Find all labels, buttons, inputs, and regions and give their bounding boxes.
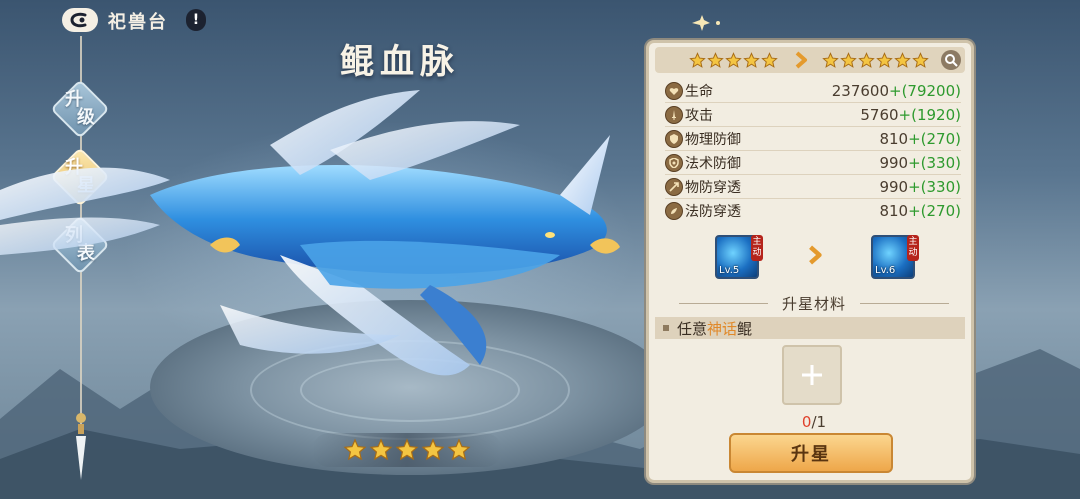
star-icon [707,51,724,68]
stat-row: 法术防御 990 +(330) [665,151,961,175]
skill-level: Lv.6 [875,265,896,276]
star-icon [912,51,929,68]
pierce-icon [665,177,683,196]
page-title: 祀兽台 [108,12,168,33]
stat-name: 法术防御 [685,155,741,172]
star-up-button[interactable]: 升星 [729,433,893,473]
materials-title: 升星材料 [782,294,847,313]
stat-bonus: +(330) [908,177,961,196]
heart-icon [665,81,683,100]
star-icon [343,438,367,461]
skill-icon-current[interactable]: 主 动 Lv.5 [715,235,763,279]
stat-row: 生命 237600 +(79200) [665,79,961,103]
stat-bonus: +(1920) [898,105,961,124]
materials-header: 升星材料 [679,293,950,313]
stat-name: 法防穿透 [685,204,741,220]
divider [679,302,768,304]
star-progress-header [655,47,965,73]
stat-name: 物理防御 [685,131,741,148]
star-icon [876,51,893,68]
active-skill-tag: 主 动 [907,235,919,261]
magic-pierce-icon [665,202,683,220]
rarity-highlight: 神话 [707,319,738,338]
stat-value: 5760 [860,105,899,124]
star-up-panel: 生命 237600 +(79200) 攻击 5760 +(1920) 物理防御 81… [646,40,974,483]
stat-name: 物防穿透 [685,179,741,196]
stat-name: 生命 [685,83,713,100]
plus-icon [802,365,822,385]
star-icon [689,51,706,68]
arrow-right-icon [805,245,825,269]
stat-value: 810 [879,129,909,148]
stat-bonus: +(330) [908,153,961,172]
material-requirement: 任意 神话鲲 [655,317,965,339]
star-icon [761,51,778,68]
arrow-right-icon [790,49,812,71]
stat-row: 法防穿透 810 +(270) [665,199,961,223]
star-icon [743,51,760,68]
stat-row: 物理防御 810 +(270) [665,127,961,151]
star-icon [894,51,911,68]
stat-bonus: +(270) [908,202,961,220]
back-arrow-icon [70,12,87,28]
info-button[interactable]: ! [186,9,206,31]
star-icon [858,51,875,68]
star-icon [395,438,419,461]
magic-shield-icon [665,153,683,172]
stat-value: 990 [879,153,909,172]
star-icon [840,51,857,68]
kun-whale-illustration [0,90,620,376]
star-icon [369,438,393,461]
sword-icon [665,105,683,124]
beast-name: 鲲血脉 [340,42,460,82]
stat-name: 攻击 [685,107,713,124]
stat-bonus: +(79200) [889,81,961,100]
add-material-slot[interactable] [782,345,842,405]
tassel-ornament [76,413,86,480]
stat-row: 攻击 5760 +(1920) [665,103,961,127]
star-icon [822,51,839,68]
skill-upgrade-preview: 主 动 Lv.5 主 动 Lv.6 [715,233,919,281]
beast-star-rating [312,433,502,467]
active-skill-tag: 主 动 [751,235,763,261]
star-icon [421,438,445,461]
shield-icon [665,129,683,148]
stat-value: 237600 [831,81,889,100]
star-icon [447,438,471,461]
skill-level: Lv.5 [719,265,740,276]
current-stars [689,51,778,69]
stat-bonus: +(270) [908,129,961,148]
divider [860,302,950,304]
next-stars [822,51,929,69]
sparkle-ornament [692,15,720,31]
bullet-icon [663,325,669,331]
material-count: 0/1 [801,413,827,431]
magnifier-icon[interactable] [941,50,961,70]
skill-icon-next[interactable]: 主 动 Lv.6 [871,235,919,279]
back-button[interactable] [62,8,98,32]
star-icon [725,51,742,68]
stat-list: 生命 237600 +(79200) 攻击 5760 +(1920) 物理防御 81… [665,79,961,223]
stat-row: 物防穿透 990 +(330) [665,175,961,199]
stat-value: 990 [879,177,909,196]
stat-value: 810 [879,202,909,220]
